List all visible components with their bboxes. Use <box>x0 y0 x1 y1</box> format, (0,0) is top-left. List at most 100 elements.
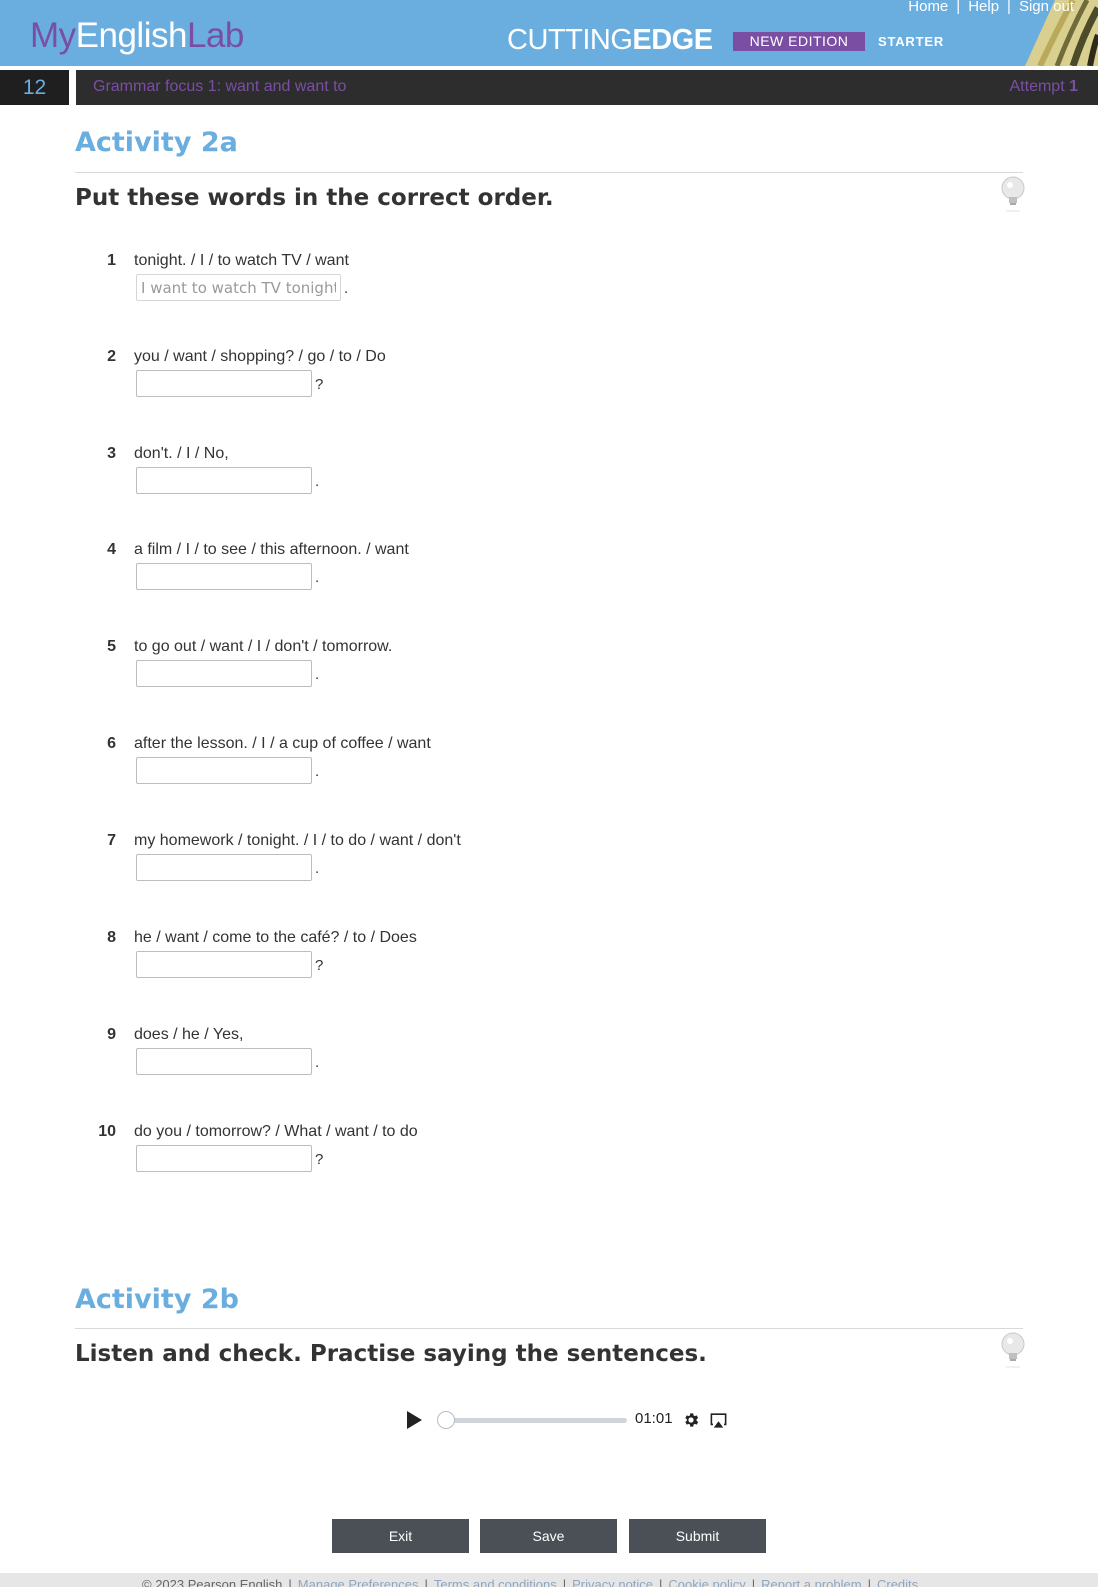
play-icon[interactable] <box>407 1411 422 1429</box>
footer-separator: | <box>562 1577 567 1587</box>
question-prompt: after the lesson. / I / a cup of coffee … <box>134 735 431 752</box>
question-prompt: my homework / tonight. / I / to do / wan… <box>134 832 461 849</box>
footer-separator: | <box>424 1577 428 1587</box>
question-prompt: a film / I / to see / this afternoon. / … <box>134 541 409 558</box>
activity-2b-instruction: Listen and check. Practise saying the se… <box>75 1341 707 1367</box>
question-prompt: tonight. / I / to watch TV / want <box>134 252 349 269</box>
answer-input[interactable] <box>136 563 312 590</box>
question-number: 3 <box>107 445 116 462</box>
question-2: 2 you / want / shopping? / go / to / Do … <box>94 348 694 403</box>
logo-lab: Lab <box>186 16 244 55</box>
link-separator: | <box>956 0 961 15</box>
question-number: 7 <box>107 832 116 849</box>
activity-2b-divider <box>75 1328 1023 1329</box>
top-links: Home | Help | Sign out <box>908 0 1074 15</box>
question-number: 5 <box>107 638 116 655</box>
course-logo-light: CUTTING <box>507 24 633 56</box>
question-10: 10 do you / tomorrow? / What / want / to… <box>94 1123 694 1178</box>
answer-input[interactable] <box>136 1145 312 1172</box>
footer-separator: | <box>867 1577 871 1587</box>
home-link[interactable]: Home <box>908 0 948 15</box>
audio-time: 01:01 <box>635 1410 673 1427</box>
footer-link-cookie-policy[interactable]: Cookie policy <box>668 1577 745 1587</box>
unit-divider <box>69 70 76 105</box>
copyright-text: © 2023 Pearson English <box>142 1577 283 1587</box>
edition-badge: NEW EDITION <box>733 32 865 51</box>
sentence-end-punctuation: . <box>315 473 320 490</box>
myenglishlab-logo[interactable]: MyEnglishLab <box>30 16 244 56</box>
footer-text: © 2023 Pearson English | Manage Preference… <box>142 1577 918 1587</box>
footer-link-credits[interactable]: Credits <box>877 1577 918 1587</box>
question-prompt: does / he / Yes, <box>134 1026 244 1043</box>
attempt-number: 1 <box>1069 78 1078 95</box>
question-9: 9 does / he / Yes, . <box>94 1026 694 1081</box>
answer-input[interactable] <box>136 660 312 687</box>
footer-separator: | <box>288 1577 292 1587</box>
lightbulb-hint-icon[interactable] <box>1000 1332 1026 1368</box>
attempt-counter: Attempt 1 <box>1010 78 1079 96</box>
answer-input[interactable] <box>136 854 312 881</box>
question-4: 4 a film / I / to see / this afternoon. … <box>94 541 694 596</box>
answer-input[interactable] <box>136 757 312 784</box>
answer-input[interactable] <box>136 951 312 978</box>
question-8: 8 he / want / come to the café? / to / D… <box>94 929 694 984</box>
footer-link-manage-preferences[interactable]: Manage Preferences <box>298 1577 419 1587</box>
sentence-end-punctuation: ? <box>315 1151 324 1168</box>
sentence-end-punctuation: ? <box>315 376 324 393</box>
audio-player: 01:01 <box>403 1402 733 1436</box>
answer-input[interactable] <box>136 370 312 397</box>
question-prompt: do you / tomorrow? / What / want / to do <box>134 1123 418 1140</box>
logo-english: English <box>75 16 188 55</box>
activity-2a-instruction: Put these words in the correct order. <box>75 185 554 211</box>
audio-scrubber-handle[interactable] <box>437 1411 455 1429</box>
answer-input[interactable] <box>136 467 312 494</box>
course-logo: CUTTINGEDGE <box>507 24 713 57</box>
lightbulb-hint-icon[interactable] <box>1000 176 1026 212</box>
question-number: 1 <box>107 252 116 269</box>
question-5: 5 to go out / want / I / don't / tomorro… <box>94 638 694 693</box>
sentence-end-punctuation: . <box>315 569 320 586</box>
sentence-end-punctuation: . <box>315 763 320 780</box>
course-logo-bold: EDGE <box>632 24 713 56</box>
question-1: 1 tonight. / I / to watch TV / want . <box>94 252 694 307</box>
audio-progress-track[interactable] <box>442 1418 627 1423</box>
question-prompt: don't. / I / No, <box>134 445 229 462</box>
footer-link-report-problem[interactable]: Report a problem <box>761 1577 861 1587</box>
activity-2a-title: Activity 2a <box>75 127 238 158</box>
footer-separator: | <box>659 1577 663 1587</box>
link-separator: | <box>1007 0 1011 15</box>
answer-input[interactable] <box>136 1048 312 1075</box>
logo-my: My <box>30 16 76 55</box>
sign-out-link[interactable]: Sign out <box>1019 0 1074 15</box>
answer-input[interactable] <box>136 274 341 301</box>
question-number: 10 <box>98 1123 116 1140</box>
sentence-end-punctuation: . <box>315 860 320 877</box>
gear-icon[interactable] <box>682 1411 700 1429</box>
sentence-end-punctuation: ? <box>315 957 324 974</box>
footer-link-privacy[interactable]: Privacy notice <box>572 1577 653 1587</box>
activity-2b-title: Activity 2b <box>75 1284 239 1315</box>
site-footer: © 2023 Pearson English | Manage Preference… <box>0 1573 1098 1587</box>
question-number: 4 <box>107 541 116 558</box>
sentence-end-punctuation: . <box>344 280 349 297</box>
question-7: 7 my homework / tonight. / I / to do / w… <box>94 832 694 887</box>
question-prompt: to go out / want / I / don't / tomorrow. <box>134 638 393 655</box>
save-button[interactable]: Save <box>480 1519 617 1553</box>
level-label: STARTER <box>878 34 945 49</box>
attempt-label: Attempt <box>1009 78 1065 95</box>
sentence-end-punctuation: . <box>315 666 320 683</box>
question-number: 8 <box>107 929 116 946</box>
site-header: MyEnglishLab CUTTINGEDGE NEW EDITION STA… <box>0 0 1098 66</box>
exit-button[interactable]: Exit <box>332 1519 469 1553</box>
question-number: 6 <box>107 735 116 752</box>
airplay-icon[interactable] <box>709 1411 728 1430</box>
question-prompt: he / want / come to the café? / to / Doe… <box>134 929 417 946</box>
help-link[interactable]: Help <box>968 0 999 15</box>
lesson-title: Grammar focus 1: want and want to <box>93 78 347 95</box>
unit-number: 12 <box>0 70 69 105</box>
footer-link-terms[interactable]: Terms and conditions <box>434 1577 557 1587</box>
question-number: 9 <box>107 1026 116 1043</box>
question-number: 2 <box>107 348 116 365</box>
footer-separator: | <box>751 1577 756 1587</box>
submit-button[interactable]: Submit <box>629 1519 766 1553</box>
